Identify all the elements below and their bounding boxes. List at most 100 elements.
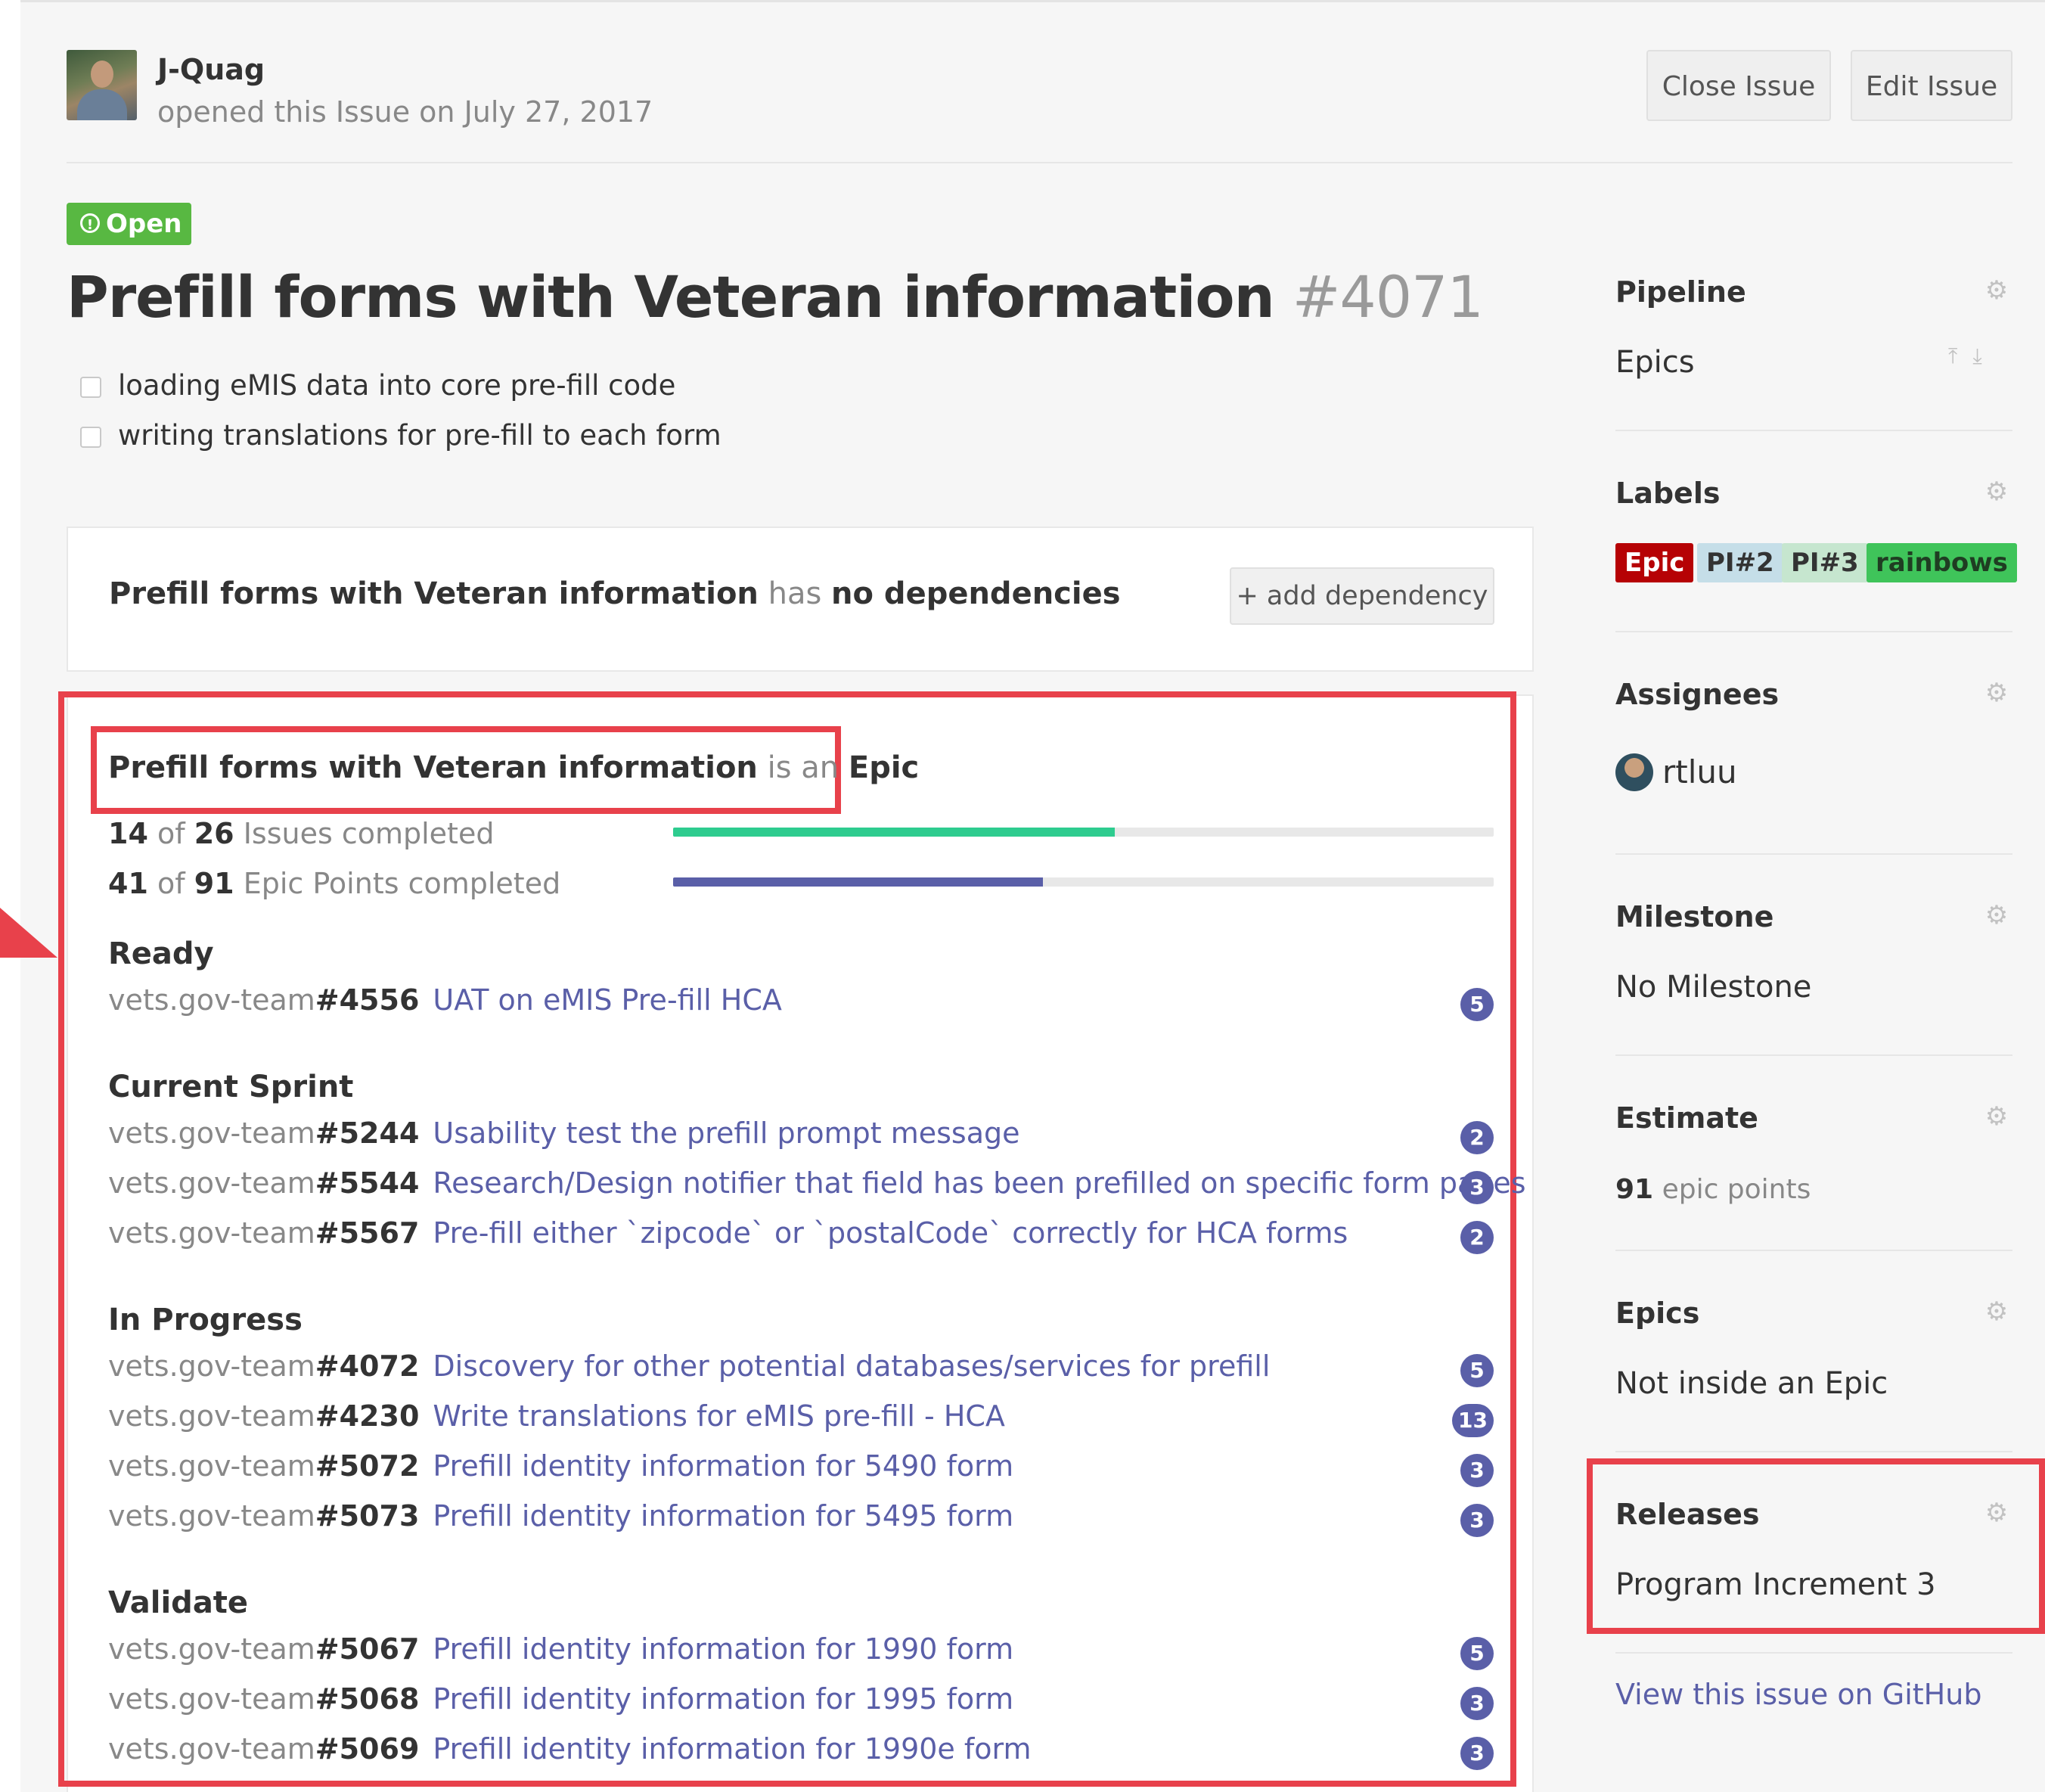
issue-link[interactable]: Prefill identity information for 5495 fo… <box>433 1499 1013 1533</box>
page-left-margin <box>0 0 20 1792</box>
points-badge: 3 <box>1460 1687 1494 1720</box>
dependencies-panel: Prefill forms with Veteran information h… <box>67 526 1534 672</box>
assignee-avatar[interactable] <box>1615 753 1653 791</box>
issue-number: #5069 <box>315 1732 420 1766</box>
issue-link[interactable]: Prefill identity information for 1990 fo… <box>433 1632 1013 1666</box>
pipeline-value[interactable]: Epics <box>1615 345 1695 380</box>
pipeline-move-controls: ⤒⤓ <box>1948 343 1997 369</box>
issues-total: 26 <box>194 817 234 850</box>
labels-title: Labels <box>1615 477 1721 510</box>
view-on-github-link[interactable]: View this issue on GitHub <box>1615 1678 1981 1711</box>
dependency-subject: Prefill forms with Veteran information <box>109 576 759 611</box>
gear-icon[interactable]: ⚙ <box>1984 1299 2009 1325</box>
author-name[interactable]: J-Quag <box>157 53 265 86</box>
issue-link[interactable]: Research/Design notifier that field has … <box>433 1166 1525 1200</box>
epic-issue-row: vets.gov-team#5072 Prefill identity infor… <box>108 1449 1494 1492</box>
points-badge: 3 <box>1460 1171 1494 1204</box>
dependencies-summary: Prefill forms with Veteran information h… <box>109 576 1121 611</box>
issue-repo: vets.gov-team <box>108 1682 315 1716</box>
move-to-top-icon[interactable]: ⤒ <box>1948 343 1972 368</box>
issue-link[interactable]: Prefill identity information for 5490 fo… <box>433 1449 1013 1483</box>
points-of: of <box>157 867 185 900</box>
pipeline-group-current-sprint: Current Sprint <box>108 1070 354 1104</box>
gear-icon[interactable]: ⚙ <box>1984 479 2009 505</box>
dependency-status: no dependencies <box>831 576 1121 611</box>
issue-repo: vets.gov-team <box>108 1732 315 1766</box>
sidebar-divider <box>1615 1451 2012 1452</box>
annotation-arrow-icon <box>0 908 57 958</box>
points-badge: 2 <box>1460 1121 1494 1154</box>
issues-progress-bar <box>673 828 1494 837</box>
issue-number: #5073 <box>315 1499 420 1533</box>
issue-link[interactable]: Prefill identity information for 1995 fo… <box>433 1682 1013 1716</box>
label-epic[interactable]: Epic <box>1615 543 1694 582</box>
status-badge: ! Open <box>67 203 191 245</box>
add-dependency-button[interactable]: + add dependency <box>1230 567 1494 625</box>
issue-number: #5544 <box>315 1166 420 1200</box>
status-text: Open <box>106 209 182 239</box>
task-checkbox[interactable] <box>80 377 101 398</box>
points-badge: 3 <box>1460 1454 1494 1487</box>
issue-opened-icon: ! <box>80 213 100 233</box>
header-divider <box>67 162 2012 163</box>
sidebar-divider <box>1615 1054 2012 1056</box>
issue-link[interactable]: Pre-fill either `zipcode` or `postalCode… <box>433 1216 1348 1250</box>
pipeline-group-ready: Ready <box>108 936 214 971</box>
label-rainbows[interactable]: rainbows <box>1867 543 2017 582</box>
points-badge: 13 <box>1452 1404 1494 1437</box>
gear-icon[interactable]: ⚙ <box>1984 902 2009 928</box>
issue-link[interactable]: Write translations for eMIS pre-fill - H… <box>433 1399 1005 1433</box>
assignee-name[interactable]: rtluu <box>1662 753 1737 790</box>
issue-title: Prefill forms with Veteran information #4… <box>67 263 1484 331</box>
estimate-value: 91 epic points <box>1615 1174 1811 1205</box>
task-checkbox[interactable] <box>80 427 101 448</box>
points-progress-text: Epic Points completed <box>243 867 561 900</box>
gear-icon[interactable]: ⚙ <box>1984 278 2009 303</box>
issue-repo: vets.gov-team <box>108 1449 315 1483</box>
points-progress-label: 41 of 91 Epic Points completed <box>108 867 560 900</box>
epic-subject: Prefill forms with Veteran information <box>108 750 758 785</box>
pipeline-group-in-progress: In Progress <box>108 1303 303 1337</box>
points-total: 91 <box>194 867 234 900</box>
task-label: writing translations for pre-fill to eac… <box>118 419 721 452</box>
issue-link[interactable]: Discovery for other potential databases/… <box>433 1349 1270 1383</box>
dependency-connector: has <box>768 576 822 611</box>
milestone-value: No Milestone <box>1615 970 1812 1005</box>
issue-number: #4072 <box>315 1349 420 1383</box>
releases-highlight <box>1587 1458 2045 1634</box>
epics-title: Epics <box>1615 1297 1700 1330</box>
issue-number: #5244 <box>315 1117 420 1150</box>
issue-link[interactable]: Prefill identity information for 1990e f… <box>433 1732 1031 1766</box>
issue-number: #4556 <box>315 983 420 1017</box>
epic-issue-row: vets.gov-team#4072 Discovery for other po… <box>108 1349 1494 1392</box>
issue-number: #5067 <box>315 1632 420 1666</box>
move-to-bottom-icon[interactable]: ⤓ <box>1972 343 1997 368</box>
edit-issue-button[interactable]: Edit Issue <box>1851 50 2012 121</box>
epics-value: Not inside an Epic <box>1615 1366 1888 1401</box>
points-badge: 2 <box>1460 1221 1494 1254</box>
estimate-title: Estimate <box>1615 1101 1758 1135</box>
author-avatar[interactable] <box>67 50 137 120</box>
issues-progress-text: Issues completed <box>243 817 495 850</box>
label-pi3[interactable]: PI#3 <box>1782 543 1868 582</box>
issue-number: #5068 <box>315 1682 420 1716</box>
gear-icon[interactable]: ⚙ <box>1984 1104 2009 1129</box>
gear-icon[interactable]: ⚙ <box>1984 680 2009 706</box>
points-badge: 5 <box>1460 1354 1494 1387</box>
pipeline-title: Pipeline <box>1615 275 1746 309</box>
epic-issue-row: vets.gov-team#5544 Research/Design notifi… <box>108 1166 1526 1209</box>
task-label: loading eMIS data into core pre-fill cod… <box>118 369 676 402</box>
points-badge: 5 <box>1460 1637 1494 1670</box>
avatar-body <box>77 89 127 120</box>
close-issue-button[interactable]: Close Issue <box>1646 50 1831 121</box>
issue-repo: vets.gov-team <box>108 983 315 1017</box>
sidebar-divider <box>1615 1250 2012 1251</box>
issue-repo: vets.gov-team <box>108 1117 315 1150</box>
issue-repo: vets.gov-team <box>108 1166 315 1200</box>
pipeline-group-validate: Validate <box>108 1585 249 1620</box>
label-pi2[interactable]: PI#2 <box>1697 543 1783 582</box>
issue-link[interactable]: Usability test the prefill prompt messag… <box>433 1117 1019 1150</box>
assignees-title: Assignees <box>1615 678 1780 711</box>
issue-link[interactable]: UAT on eMIS Pre-fill HCA <box>433 983 782 1017</box>
points-progress-fill <box>673 877 1044 887</box>
